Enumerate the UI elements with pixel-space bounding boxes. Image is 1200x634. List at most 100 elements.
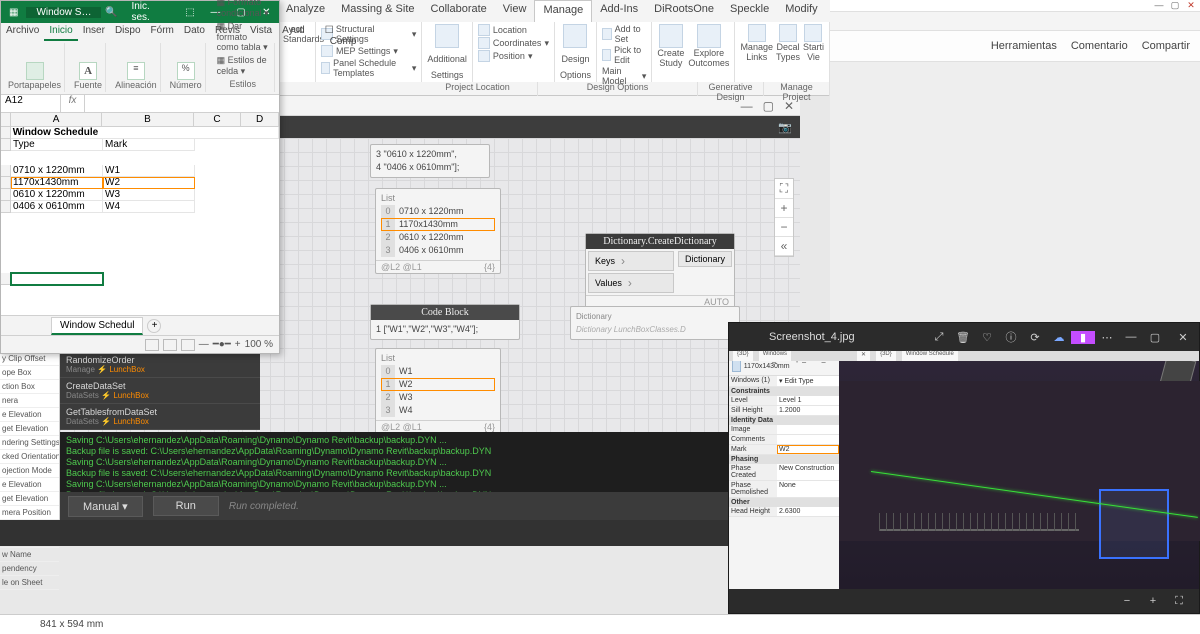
col-header[interactable]: A bbox=[11, 113, 102, 127]
favorite-icon[interactable]: ♡ bbox=[975, 331, 999, 344]
fullscreen-icon[interactable]: ⛶ bbox=[1171, 595, 1187, 608]
close-button[interactable]: ✕ bbox=[1184, 0, 1198, 11]
panel-templates-button[interactable]: Panel Schedule Templates ▾ bbox=[321, 58, 416, 78]
close-button[interactable]: ✕ bbox=[1167, 331, 1199, 344]
font-icon[interactable]: A bbox=[79, 62, 97, 80]
view-layout-icon[interactable] bbox=[163, 339, 177, 351]
edit-icon[interactable]: ☁ bbox=[1047, 331, 1071, 344]
create-study-icon[interactable] bbox=[659, 24, 683, 48]
tab-analyze[interactable]: Analyze bbox=[278, 0, 333, 22]
search-result[interactable]: CreateDataSet DataSets ⚡ LunchBox bbox=[60, 378, 260, 404]
search-result[interactable]: GetTablesfromDataSet DataSets ⚡ LunchBox bbox=[60, 404, 260, 430]
excel-icon: ▦ bbox=[1, 7, 26, 18]
zoom-in-icon[interactable]: + bbox=[1145, 595, 1161, 607]
location-button[interactable]: Location bbox=[478, 24, 549, 36]
more-icon[interactable]: ⋯ bbox=[1095, 331, 1119, 344]
share-tab[interactable]: Compartir bbox=[1142, 40, 1190, 52]
info-icon[interactable]: ⓘ bbox=[999, 329, 1023, 345]
nav-toggle[interactable]: « bbox=[775, 237, 793, 256]
signin-button[interactable]: Inic. ses. bbox=[121, 1, 177, 23]
camera-icon[interactable]: 📷 bbox=[778, 121, 800, 134]
maximize-button[interactable]: ▢ bbox=[763, 99, 774, 113]
fit-button[interactable]: ⛶ bbox=[775, 179, 793, 199]
zoom-slider[interactable]: ━●━ bbox=[213, 339, 231, 350]
menu-datos[interactable]: Dato bbox=[179, 23, 210, 41]
code-block-types[interactable]: 3 "0610 x 1220mm", 4 "0406 x 0610mm"]; bbox=[370, 144, 490, 178]
zoom-in-button[interactable]: + bbox=[775, 199, 793, 218]
tab-addins[interactable]: Add-Ins bbox=[592, 0, 646, 22]
keys-port[interactable]: Keys› bbox=[588, 251, 674, 271]
search-result[interactable]: RandomizeOrder Manage ⚡ LunchBox bbox=[60, 352, 260, 378]
menu-archivo[interactable]: Archivo bbox=[1, 23, 44, 41]
fx-icon[interactable]: fx bbox=[61, 95, 85, 112]
conditional-format-button[interactable]: ▦ Formato condicional ▾ bbox=[215, 0, 271, 20]
decal-types-icon[interactable] bbox=[779, 24, 797, 42]
col-header[interactable]: B bbox=[102, 113, 193, 127]
view-break-icon[interactable] bbox=[181, 339, 195, 351]
balcony bbox=[879, 529, 1079, 589]
menu-ayuda[interactable]: Ayud bbox=[277, 23, 310, 41]
tab-view[interactable]: View bbox=[495, 0, 535, 22]
align-icon[interactable]: ≡ bbox=[127, 62, 145, 80]
dictionary-output-port[interactable]: Dictionary bbox=[678, 251, 732, 267]
menu-inicio[interactable]: Inicio bbox=[44, 23, 77, 41]
share-button[interactable]: ☐ Comp bbox=[320, 23, 367, 41]
sheet-tab[interactable]: Window Schedul bbox=[51, 317, 143, 335]
watch-marks-node[interactable]: List 0W1 1W2 2W3 3W4 @L2 @L1{4} bbox=[375, 348, 501, 434]
dictionary-create-node[interactable]: Dictionary.CreateDictionary Keys› Values… bbox=[585, 233, 735, 309]
zoom-out-button[interactable]: − bbox=[775, 218, 793, 237]
cell-styles-button[interactable]: ▦ Estilos de celda ▾ bbox=[215, 54, 271, 78]
add-sheet-button[interactable]: + bbox=[147, 319, 161, 333]
tab-manage[interactable]: Manage bbox=[534, 0, 592, 22]
pick-to-edit-button[interactable]: Pick to Edit bbox=[602, 45, 646, 65]
format-table-button[interactable]: ▦ Dar formato como tabla ▾ bbox=[215, 20, 271, 54]
name-box[interactable]: A12 bbox=[1, 95, 61, 112]
maximize-button[interactable]: ▢ bbox=[1143, 331, 1167, 344]
ribbon-mode-icon[interactable]: ⬚ bbox=[177, 7, 202, 18]
pdf-window-controls: — ▢ ✕ bbox=[830, 0, 1200, 12]
run-button[interactable]: Run bbox=[153, 496, 219, 516]
highlighted-row[interactable]: 1170x1430mmW2 bbox=[1, 177, 279, 189]
delete-icon[interactable]: 🗑 bbox=[951, 331, 975, 344]
paste-icon[interactable] bbox=[26, 62, 44, 80]
position-button[interactable]: Position ▾ bbox=[478, 50, 549, 62]
maximize-button[interactable]: ▢ bbox=[1168, 0, 1182, 11]
menu-disposicion[interactable]: Dispo bbox=[110, 23, 146, 41]
tab-collaborate[interactable]: Collaborate bbox=[423, 0, 495, 22]
manage-links-icon[interactable] bbox=[748, 24, 766, 42]
starting-view-icon[interactable] bbox=[804, 24, 822, 42]
crop-icon[interactable]: ▮ bbox=[1071, 331, 1095, 344]
values-port[interactable]: Values› bbox=[588, 273, 674, 293]
group-additional[interactable]: Additional Settings bbox=[422, 22, 473, 82]
watch-types-node[interactable]: List 00710 x 1220mm 11170x1430mm 20610 x… bbox=[375, 188, 501, 274]
run-mode-dropdown[interactable]: Manual ▾ bbox=[68, 496, 143, 517]
font-group: A Fuente bbox=[71, 43, 106, 92]
selected-cell[interactable] bbox=[11, 273, 103, 285]
tools-tab[interactable]: Herramientas bbox=[991, 40, 1057, 52]
tab-speckle[interactable]: Speckle bbox=[722, 0, 777, 22]
minimize-button[interactable]: — bbox=[1152, 0, 1166, 11]
col-header[interactable]: D bbox=[241, 113, 279, 127]
code-block-marks[interactable]: Code Block 1 ["W1","W2","W3","W4"]; bbox=[370, 304, 520, 340]
view-normal-icon[interactable] bbox=[145, 339, 159, 351]
tab-diroots[interactable]: DiRootsOne bbox=[646, 0, 722, 22]
col-header[interactable]: C bbox=[194, 113, 242, 127]
dynamo-search-results: RandomizeOrder Manage ⚡ LunchBox CreateD… bbox=[60, 352, 260, 430]
tab-modify[interactable]: Modify bbox=[777, 0, 825, 22]
tab-massing[interactable]: Massing & Site bbox=[333, 0, 422, 22]
search-icon[interactable]: 🔍 bbox=[101, 7, 121, 18]
coordinates-button[interactable]: Coordinates ▾ bbox=[478, 37, 549, 49]
group-design-options[interactable]: Design Options bbox=[555, 22, 597, 82]
rotate-icon[interactable]: ⟳ bbox=[1023, 331, 1047, 344]
zoom-fit-icon[interactable]: ⤢ bbox=[927, 331, 951, 344]
menu-insertar[interactable]: Inser bbox=[78, 23, 110, 41]
formula-input[interactable] bbox=[85, 95, 279, 112]
spreadsheet-grid[interactable]: A B C D Window Schedule TypeMark 0710 x … bbox=[1, 113, 279, 285]
explore-outcomes-icon[interactable] bbox=[697, 24, 721, 48]
percent-icon[interactable]: % bbox=[177, 62, 195, 80]
minimize-button[interactable]: — bbox=[1119, 331, 1143, 343]
zoom-out-icon[interactable]: − bbox=[1119, 595, 1135, 607]
comment-tab[interactable]: Comentario bbox=[1071, 40, 1128, 52]
add-to-set-button[interactable]: Add to Set bbox=[602, 24, 646, 44]
menu-formulas[interactable]: Fórm bbox=[146, 23, 179, 41]
